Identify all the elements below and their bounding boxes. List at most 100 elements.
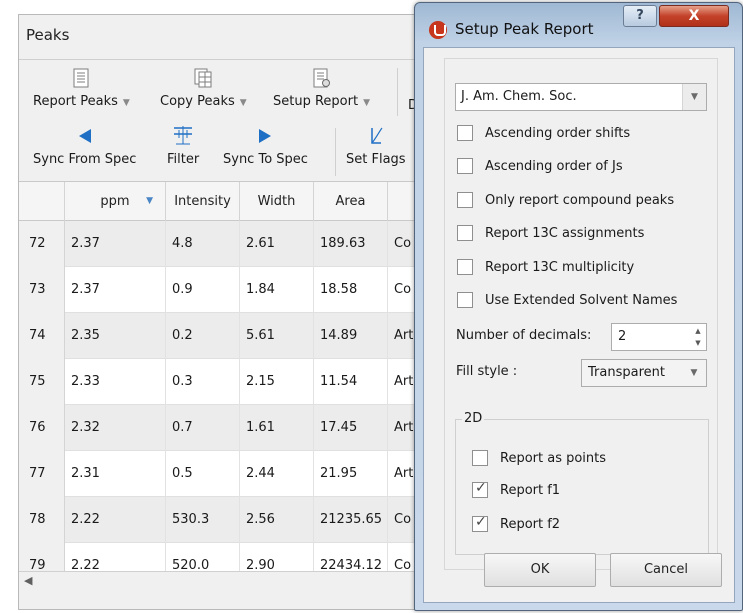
option-label: Ascending order shifts (485, 125, 631, 141)
set-flags-icon (367, 122, 385, 150)
filter-button[interactable]: Filter (167, 122, 199, 170)
checkbox-checked[interactable]: ✓ (472, 480, 488, 498)
area-cell[interactable]: 11.54 (314, 359, 388, 405)
intensity-cell[interactable]: 4.8 (166, 221, 240, 267)
right-triangle-icon (258, 122, 272, 150)
checkbox[interactable] (457, 125, 473, 141)
column-header-intensity[interactable]: Intensity (166, 182, 240, 221)
checkbox[interactable] (457, 292, 473, 308)
close-button[interactable]: X (659, 5, 729, 27)
width-cell[interactable]: 1.61 (240, 405, 314, 451)
setup-report-button[interactable]: Setup Report ▼ (273, 64, 370, 112)
row-index: 76 (19, 405, 65, 451)
sync-from-spec-button[interactable]: Sync From Spec (33, 122, 136, 170)
column-header-width[interactable]: Width (240, 182, 314, 221)
dialog-body: J. Am. Chem. Soc. ▼ Ascending order shif… (423, 47, 735, 603)
area-cell[interactable]: 18.58 (314, 267, 388, 313)
table-row[interactable]: 74 2.35 0.2 5.61 14.89 Art (19, 313, 471, 359)
checkmark-icon: ✓ (475, 480, 487, 496)
option-report-f1[interactable]: ✓ Report f1 (472, 480, 560, 500)
chevron-down-icon[interactable]: ▼ (682, 84, 706, 110)
width-cell[interactable]: 2.61 (240, 221, 314, 267)
row-index-header[interactable] (19, 182, 65, 221)
option-report-as-points[interactable]: Report as points (472, 448, 606, 468)
table-row[interactable]: 72 2.37 4.8 2.61 189.63 Co (19, 221, 471, 267)
ppm-cell[interactable]: 2.32 (65, 405, 166, 451)
checkbox[interactable] (457, 225, 473, 241)
options-group: J. Am. Chem. Soc. ▼ Ascending order shif… (444, 58, 718, 570)
checkmark-icon: ✓ (475, 514, 487, 530)
checkbox[interactable] (472, 450, 488, 466)
report-peaks-button[interactable]: Report Peaks ▼ (33, 64, 130, 112)
spin-up-down-icon[interactable]: ▲ ▼ (690, 324, 706, 350)
decimals-label: Number of decimals: (456, 328, 592, 343)
ppm-cell[interactable]: 2.22 (65, 497, 166, 543)
option-ascending-shifts[interactable]: Ascending order shifts (457, 123, 630, 143)
option-extended-solvent-names[interactable]: Use Extended Solvent Names (457, 290, 677, 310)
ppm-cell[interactable]: 2.37 (65, 221, 166, 267)
table-row[interactable]: 73 2.37 0.9 1.84 18.58 Co (19, 267, 471, 313)
option-report-f2[interactable]: ✓ Report f2 (472, 514, 560, 534)
peaks-table: ppm ▼ Intensity Width Area 72 2.37 4.8 2… (19, 181, 471, 591)
width-cell[interactable]: 1.84 (240, 267, 314, 313)
row-index: 78 (19, 497, 65, 543)
intensity-cell[interactable]: 530.3 (166, 497, 240, 543)
ppm-cell[interactable]: 2.37 (65, 267, 166, 313)
checkbox[interactable] (457, 192, 473, 208)
area-cell[interactable]: 189.63 (314, 221, 388, 267)
intensity-cell[interactable]: 0.7 (166, 405, 240, 451)
width-cell[interactable]: 2.44 (240, 451, 314, 497)
column-header-label: ppm (100, 194, 130, 209)
width-cell[interactable]: 5.61 (240, 313, 314, 359)
chevron-down-icon[interactable]: ▼ (363, 98, 370, 108)
chevron-down-icon[interactable]: ▼ (123, 98, 130, 108)
help-button[interactable]: ? (623, 5, 657, 27)
journal-style-select[interactable]: J. Am. Chem. Soc. ▼ (455, 83, 707, 111)
peaks-toolbar: Report Peaks ▼ Copy Peaks ▼ Setup Report… (19, 59, 471, 179)
intensity-cell[interactable]: 0.2 (166, 313, 240, 359)
table-row[interactable]: 75 2.33 0.3 2.15 11.54 Art (19, 359, 471, 405)
set-flags-button[interactable]: Set Flags (346, 122, 406, 170)
table-row[interactable]: 78 2.22 530.3 2.56 21235.65 Co (19, 497, 471, 543)
row-index: 72 (19, 221, 65, 267)
ppm-cell[interactable]: 2.31 (65, 451, 166, 497)
width-cell[interactable]: 2.56 (240, 497, 314, 543)
decimals-value: 2 (618, 329, 627, 344)
copy-peaks-button[interactable]: Copy Peaks ▼ (160, 64, 247, 112)
fill-style-select[interactable]: Transparent ▼ (581, 359, 707, 387)
cancel-button[interactable]: Cancel (610, 553, 722, 587)
table-row[interactable]: 77 2.31 0.5 2.44 21.95 Art (19, 451, 471, 497)
ok-button[interactable]: OK (484, 553, 596, 587)
checkbox[interactable] (457, 259, 473, 275)
sync-to-spec-button[interactable]: Sync To Spec (223, 122, 308, 170)
panel-title: Peaks (26, 26, 70, 44)
area-cell[interactable]: 17.45 (314, 405, 388, 451)
chevron-down-icon[interactable]: ▼ (240, 98, 247, 108)
column-header-area[interactable]: Area (314, 182, 388, 221)
checkbox[interactable] (457, 158, 473, 174)
ppm-cell[interactable]: 2.35 (65, 313, 166, 359)
scroll-left-icon[interactable]: ◀ (24, 574, 32, 587)
dialog-title: Setup Peak Report (455, 20, 594, 38)
horizontal-scrollbar[interactable]: ◀ (19, 571, 471, 591)
chevron-down-icon[interactable]: ▼ (682, 360, 706, 386)
width-cell[interactable]: 2.15 (240, 359, 314, 405)
area-cell[interactable]: 14.89 (314, 313, 388, 359)
intensity-cell[interactable]: 0.3 (166, 359, 240, 405)
intensity-cell[interactable]: 0.5 (166, 451, 240, 497)
intensity-cell[interactable]: 0.9 (166, 267, 240, 313)
area-cell[interactable]: 21235.65 (314, 497, 388, 543)
table-row[interactable]: 76 2.32 0.7 1.61 17.45 Art (19, 405, 471, 451)
fill-style-label: Fill style : (456, 364, 518, 379)
decimals-spinbox[interactable]: 2 ▲ ▼ (611, 323, 707, 351)
setup-report-label: Setup Report (273, 94, 359, 109)
option-only-compound-peaks[interactable]: Only report compound peaks (457, 190, 674, 210)
column-header-ppm[interactable]: ppm ▼ (65, 182, 166, 221)
area-cell[interactable]: 21.95 (314, 451, 388, 497)
option-13c-multiplicity[interactable]: Report 13C multiplicity (457, 257, 634, 277)
option-ascending-js[interactable]: Ascending order of Js (457, 156, 623, 176)
ppm-cell[interactable]: 2.33 (65, 359, 166, 405)
row-index: 75 (19, 359, 65, 405)
option-13c-assignments[interactable]: Report 13C assignments (457, 223, 644, 243)
checkbox-checked[interactable]: ✓ (472, 514, 488, 532)
